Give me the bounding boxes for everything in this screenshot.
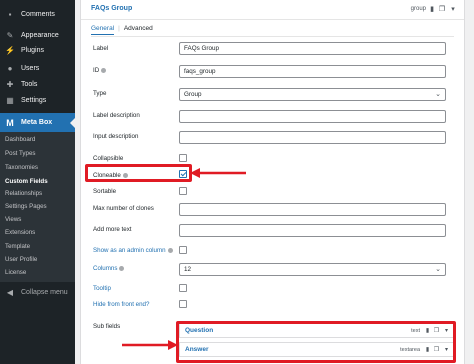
settings-icon: ▦ (6, 96, 14, 105)
field-settings-tabs: General | Advanced (91, 25, 153, 35)
submenu-relationships[interactable]: Relationships (5, 190, 42, 197)
sidebar-item-users[interactable]: ● Users (0, 60, 75, 77)
admin-column-checkbox[interactable] (179, 246, 187, 254)
sidebar-item-metabox[interactable]: M Meta Box (0, 113, 75, 132)
chevron-down-icon: ⌄ (435, 91, 441, 98)
metabox-submenu: Dashboard Post Types Taxonomies Custom F… (0, 132, 75, 282)
tab-general[interactable]: General (91, 25, 115, 35)
group-header[interactable]: FAQs Group group ▮ ❐ ▾ (81, 0, 464, 20)
collapse-menu-button[interactable]: ◀ Collapse menu (0, 284, 75, 301)
sidebar-item-tools[interactable]: ✚ Tools (0, 76, 75, 93)
sidebar-item-label: Users (21, 65, 40, 72)
tooltip-checkbox[interactable] (179, 284, 187, 292)
type-select[interactable]: Group ⌄ (179, 88, 446, 101)
sub-fields-highlight-box (176, 321, 456, 363)
submenu-user-profile[interactable]: User Profile (5, 256, 37, 263)
collapsible-checkbox[interactable] (179, 154, 187, 162)
users-icon: ● (7, 64, 13, 73)
tooltip-label: Tooltip (93, 285, 111, 292)
submenu-post-types[interactable]: Post Types (5, 150, 36, 157)
columns-label: Columns (93, 265, 125, 272)
max-clones-input[interactable] (179, 203, 446, 216)
brush-icon: ✎ (6, 31, 14, 40)
label-field-label: Label (93, 45, 109, 52)
id-input[interactable]: faqs_group (179, 65, 446, 78)
tabs-divider (91, 36, 454, 37)
add-more-text-label: Add more text (93, 226, 132, 233)
field-group-panel: FAQs Group group ▮ ❐ ▾ General | Advance… (80, 0, 465, 364)
input-description-label: Input description (93, 133, 139, 140)
input-description-input[interactable] (179, 131, 446, 144)
submenu-license[interactable]: License (5, 269, 26, 276)
info-icon[interactable] (101, 67, 107, 73)
columns-select-value: 12 (184, 266, 192, 273)
collapse-toggle-icon[interactable]: ▾ (449, 5, 457, 14)
trash-icon[interactable]: ▮ (428, 5, 436, 14)
collapse-icon: ◀ (6, 288, 14, 297)
sortable-checkbox[interactable] (179, 187, 187, 195)
tab-advanced[interactable]: Advanced (124, 25, 153, 35)
columns-select[interactable]: 12 ⌄ (179, 263, 446, 276)
admin-column-label: Show as an admin column (93, 247, 173, 254)
sidebar-item-settings[interactable]: ▦ Settings (0, 92, 75, 109)
active-menu-notch (70, 118, 75, 128)
label-description-label: Label description (93, 112, 140, 119)
wrench-icon: ✚ (6, 80, 14, 89)
admin-sidebar: ▪ Comments ✎ Appearance ⚡ Plugins ● User… (0, 0, 75, 364)
submenu-dashboard[interactable]: Dashboard (5, 136, 35, 143)
info-icon[interactable] (119, 265, 125, 271)
chevron-down-icon: ⌄ (435, 266, 441, 273)
label-description-input[interactable] (179, 110, 446, 123)
submenu-extensions[interactable]: Extensions (5, 229, 35, 236)
sidebar-item-comments[interactable]: ▪ Comments (0, 6, 75, 23)
type-select-value: Group (184, 91, 202, 98)
submenu-views[interactable]: Views (5, 216, 21, 223)
tab-separator: | (118, 25, 120, 32)
comment-icon: ▪ (8, 10, 12, 19)
sidebar-item-label: Meta Box (21, 119, 53, 126)
label-input[interactable]: FAQs Group (179, 42, 446, 55)
add-more-text-input[interactable] (179, 224, 446, 237)
hide-front-label: Hide from front end? (93, 301, 150, 308)
submenu-settings-pages[interactable]: Settings Pages (5, 203, 47, 210)
sidebar-item-label: Comments (21, 11, 55, 18)
sidebar-item-label: Tools (21, 81, 38, 88)
sidebar-item-label: Plugins (21, 47, 44, 54)
cloneable-arrow (190, 168, 246, 178)
collapsible-label: Collapsible (93, 155, 124, 162)
group-type: group (410, 6, 426, 12)
sortable-label: Sortable (93, 188, 117, 195)
columns-label-text: Columns (93, 265, 118, 272)
sub-fields-arrow (122, 340, 178, 350)
plugin-icon: ⚡ (5, 46, 15, 55)
sidebar-item-plugins[interactable]: ⚡ Plugins (0, 42, 75, 59)
info-icon[interactable] (167, 247, 173, 253)
max-clones-label: Max number of clones (93, 205, 154, 212)
id-field-label: ID (93, 67, 107, 74)
group-title[interactable]: FAQs Group (91, 5, 132, 12)
collapse-menu-label: Collapse menu (21, 289, 68, 296)
id-label-text: ID (93, 67, 100, 74)
hide-front-checkbox[interactable] (179, 300, 187, 308)
duplicate-icon[interactable]: ❐ (438, 5, 446, 14)
type-field-label: Type (93, 90, 107, 97)
sidebar-item-label: Appearance (21, 32, 59, 39)
metabox-logo-icon: M (6, 117, 14, 128)
submenu-custom-fields[interactable]: Custom Fields (5, 178, 48, 185)
sidebar-item-label: Settings (21, 97, 47, 104)
submenu-template[interactable]: Template (5, 243, 30, 250)
cloneable-highlight-box (85, 164, 192, 182)
sub-fields-label: Sub fields (93, 323, 121, 330)
admin-column-label-text: Show as an admin column (93, 247, 166, 254)
submenu-taxonomies[interactable]: Taxonomies (5, 164, 38, 171)
